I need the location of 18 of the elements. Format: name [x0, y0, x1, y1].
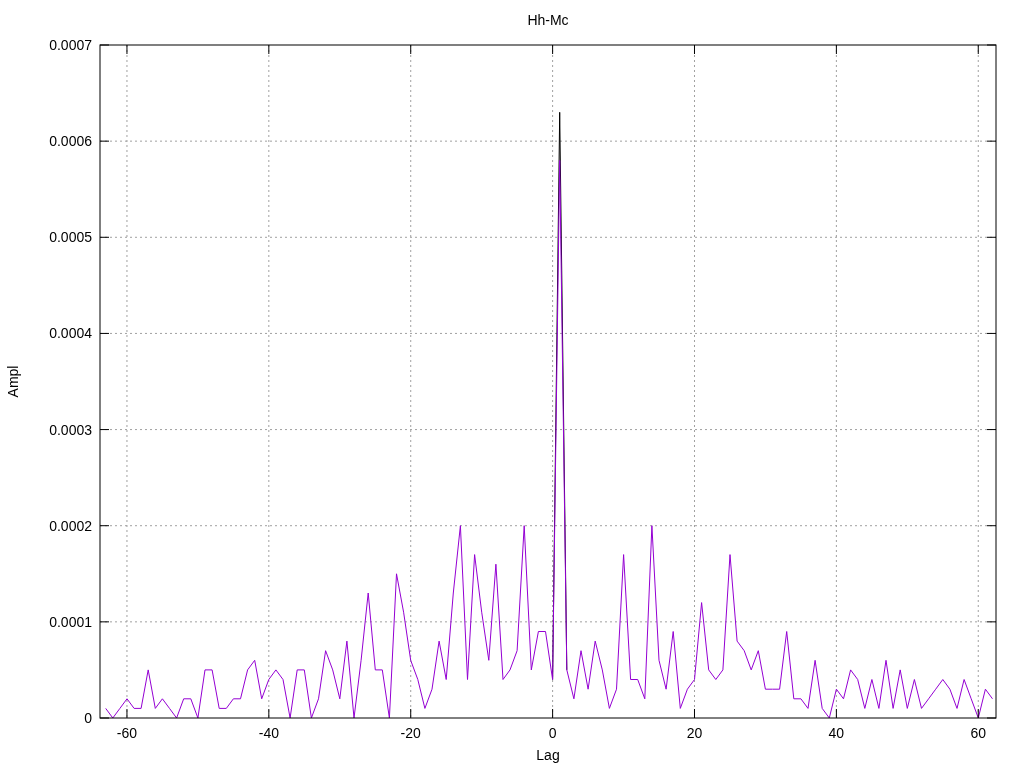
- tick-label: 0.0002: [49, 517, 92, 534]
- tick-label: -60: [116, 725, 138, 741]
- tick-label: 0.0006: [49, 133, 92, 150]
- tick-label: 40: [828, 725, 845, 741]
- tick-label: 0.0004: [49, 325, 92, 342]
- tick-label: -20: [400, 725, 421, 741]
- tick-label: 0.0005: [49, 229, 92, 246]
- tick-label: 60: [970, 725, 987, 741]
- tick-label: -40: [258, 725, 279, 741]
- axis-title: Ampl: [5, 365, 21, 398]
- tick-label: 20: [686, 725, 703, 741]
- tick-label: 0: [84, 710, 92, 726]
- axis-title: Lag: [536, 747, 560, 763]
- tick-label: 0.0007: [49, 37, 92, 53]
- tick-label: 0: [548, 725, 557, 741]
- tick-label: 0.0003: [49, 421, 92, 438]
- chart-title: Hh-Mc: [527, 12, 569, 28]
- tick-label: 0.0001: [49, 613, 92, 630]
